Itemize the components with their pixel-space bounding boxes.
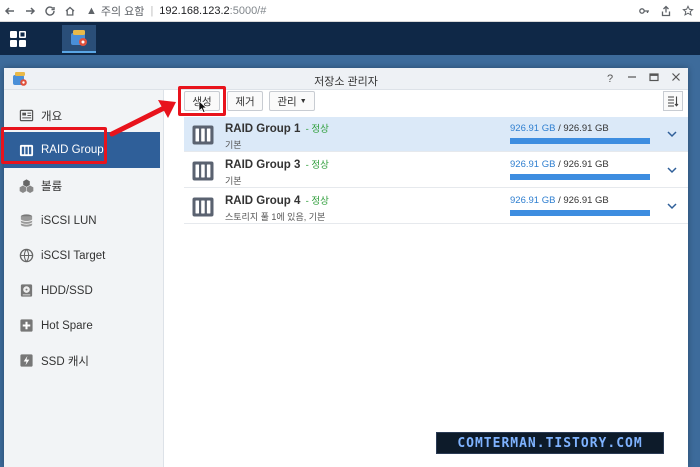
status-badge: - 정상 xyxy=(305,124,329,135)
raid-group-name-text: RAID Group 1 xyxy=(225,123,301,135)
raid-group-description: 스토리지 풀 1에 있음, 기본 xyxy=(225,212,326,222)
raid-group-row[interactable]: RAID Group 3 - 정상 기본 926.91 GB / 926.91 … xyxy=(184,153,688,188)
sidebar-item-label: 개요 xyxy=(41,110,63,123)
raid-group-name-text: RAID Group 3 xyxy=(225,159,301,171)
raid-icon xyxy=(192,197,214,217)
capacity-used: 926.91 GB xyxy=(510,159,556,170)
raid-group-name-text: RAID Group 4 xyxy=(225,195,301,207)
security-label: 주의 요함 xyxy=(100,5,145,18)
sidebar-item-label: iSCSI LUN xyxy=(41,214,97,227)
remove-button-label: 제거 xyxy=(235,95,255,108)
address-separator: | xyxy=(150,4,154,17)
capacity-bar-fill xyxy=(510,138,650,144)
sidebar-item-ssd-cache[interactable]: SSD 캐시 xyxy=(4,343,160,378)
raid-icon xyxy=(192,161,214,181)
capacity-text: 926.91 GB / 926.91 GB xyxy=(510,195,609,206)
capacity-text: 926.91 GB / 926.91 GB xyxy=(510,123,609,134)
capacity-used: 926.91 GB xyxy=(510,123,556,134)
sidebar-item-label: iSCSI Target xyxy=(41,249,106,262)
capacity-total: / 926.91 GB xyxy=(558,195,609,206)
url-host: 192.168.123.2 xyxy=(159,4,230,17)
home-icon[interactable] xyxy=(60,1,80,21)
maximize-icon[interactable] xyxy=(646,71,662,87)
sidebar-item-label: SSD 캐시 xyxy=(41,355,90,368)
raid-group-name: RAID Group 4 - 정상 xyxy=(225,193,329,207)
volume-icon xyxy=(18,178,34,194)
chevron-down-icon[interactable] xyxy=(666,200,678,212)
capacity-bar-fill xyxy=(510,210,650,216)
close-icon[interactable] xyxy=(668,71,684,87)
main-menu-icon[interactable] xyxy=(9,30,27,48)
capacity-text: 926.91 GB / 926.91 GB xyxy=(510,159,609,170)
sidebar-item-hdd-ssd[interactable]: HDD/SSD xyxy=(4,273,160,308)
mouse-cursor-icon xyxy=(198,100,208,114)
remove-button[interactable]: 제거 xyxy=(227,91,263,111)
url-path: :5000/# xyxy=(229,4,267,17)
sidebar-highlight-annotation xyxy=(1,127,107,164)
raid-icon xyxy=(192,125,214,145)
capacity-bar-fill xyxy=(510,174,650,180)
sidebar-item-label: Hot Spare xyxy=(41,319,93,332)
raid-group-description: 기본 xyxy=(225,140,242,150)
browser-toolbar: ▲ 주의 요함 | 192.168.123.2:5000/# xyxy=(0,0,700,22)
raid-group-name: RAID Group 1 - 정상 xyxy=(225,121,329,135)
manage-button-label: 관리 xyxy=(277,95,297,108)
sidebar-item-hot-spare[interactable]: Hot Spare xyxy=(4,308,160,343)
help-button[interactable]: ? xyxy=(602,71,618,87)
sidebar-item-volume[interactable]: 볼륨 xyxy=(4,168,160,203)
capacity-total: / 926.91 GB xyxy=(558,123,609,134)
window-title: 저장소 관리자 xyxy=(314,76,378,88)
browser-actions xyxy=(636,0,696,22)
raid-group-name: RAID Group 3 - 정상 xyxy=(225,157,329,171)
forward-icon[interactable] xyxy=(20,1,40,21)
capacity-used: 926.91 GB xyxy=(510,195,556,206)
lun-icon xyxy=(18,213,34,229)
sidebar-item-label: 볼륨 xyxy=(41,180,63,193)
capacity-total: / 926.91 GB xyxy=(558,159,609,170)
sidebar-item-iscsi-target[interactable]: iSCSI Target xyxy=(4,238,160,273)
bookmark-star-icon[interactable] xyxy=(680,1,696,21)
reload-icon[interactable] xyxy=(40,1,60,21)
capacity-bar xyxy=(510,174,650,180)
sort-icon xyxy=(668,96,679,107)
sidebar-item-label: HDD/SSD xyxy=(41,284,93,297)
window-titlebar[interactable]: 저장소 관리자 ? xyxy=(4,68,688,90)
status-badge: - 정상 xyxy=(305,196,329,207)
key-icon[interactable] xyxy=(636,1,652,21)
chevron-down-icon[interactable] xyxy=(666,128,678,140)
caret-down-icon: ▼ xyxy=(299,97,307,105)
hot-spare-icon xyxy=(18,318,34,334)
target-icon xyxy=(18,248,34,264)
arrow-annotation-icon xyxy=(109,100,176,137)
ssd-cache-icon xyxy=(18,353,34,369)
chevron-down-icon[interactable] xyxy=(666,164,678,176)
address-bar[interactable]: ▲ 주의 요함 | 192.168.123.2:5000/# xyxy=(86,0,266,22)
sort-button[interactable] xyxy=(663,91,683,111)
storage-manager-taskbar-app[interactable] xyxy=(62,25,96,53)
manage-dropdown-button[interactable]: 관리 ▼ xyxy=(269,91,315,111)
raid-group-row[interactable]: RAID Group 1 - 정상 기본 926.91 GB / 926.91 … xyxy=(184,117,688,152)
capacity-bar xyxy=(510,138,650,144)
status-badge: - 정상 xyxy=(305,160,329,171)
storage-manager-icon xyxy=(71,30,87,46)
watermark-badge: COMTERMAN.TISTORY.COM xyxy=(436,432,664,454)
share-icon[interactable] xyxy=(658,1,674,21)
raid-group-description: 기본 xyxy=(225,176,242,186)
capacity-bar xyxy=(510,210,650,216)
back-icon[interactable] xyxy=(0,1,20,21)
minimize-icon[interactable] xyxy=(624,71,640,87)
raid-group-row[interactable]: RAID Group 4 - 정상 스토리지 풀 1에 있음, 기본 926.9… xyxy=(184,189,688,224)
hdd-icon xyxy=(18,283,34,299)
warning-icon: ▲ xyxy=(86,4,97,17)
overview-icon xyxy=(18,108,34,124)
sidebar-item-iscsi-lun[interactable]: iSCSI LUN xyxy=(4,203,160,238)
dsm-taskbar xyxy=(0,22,700,55)
